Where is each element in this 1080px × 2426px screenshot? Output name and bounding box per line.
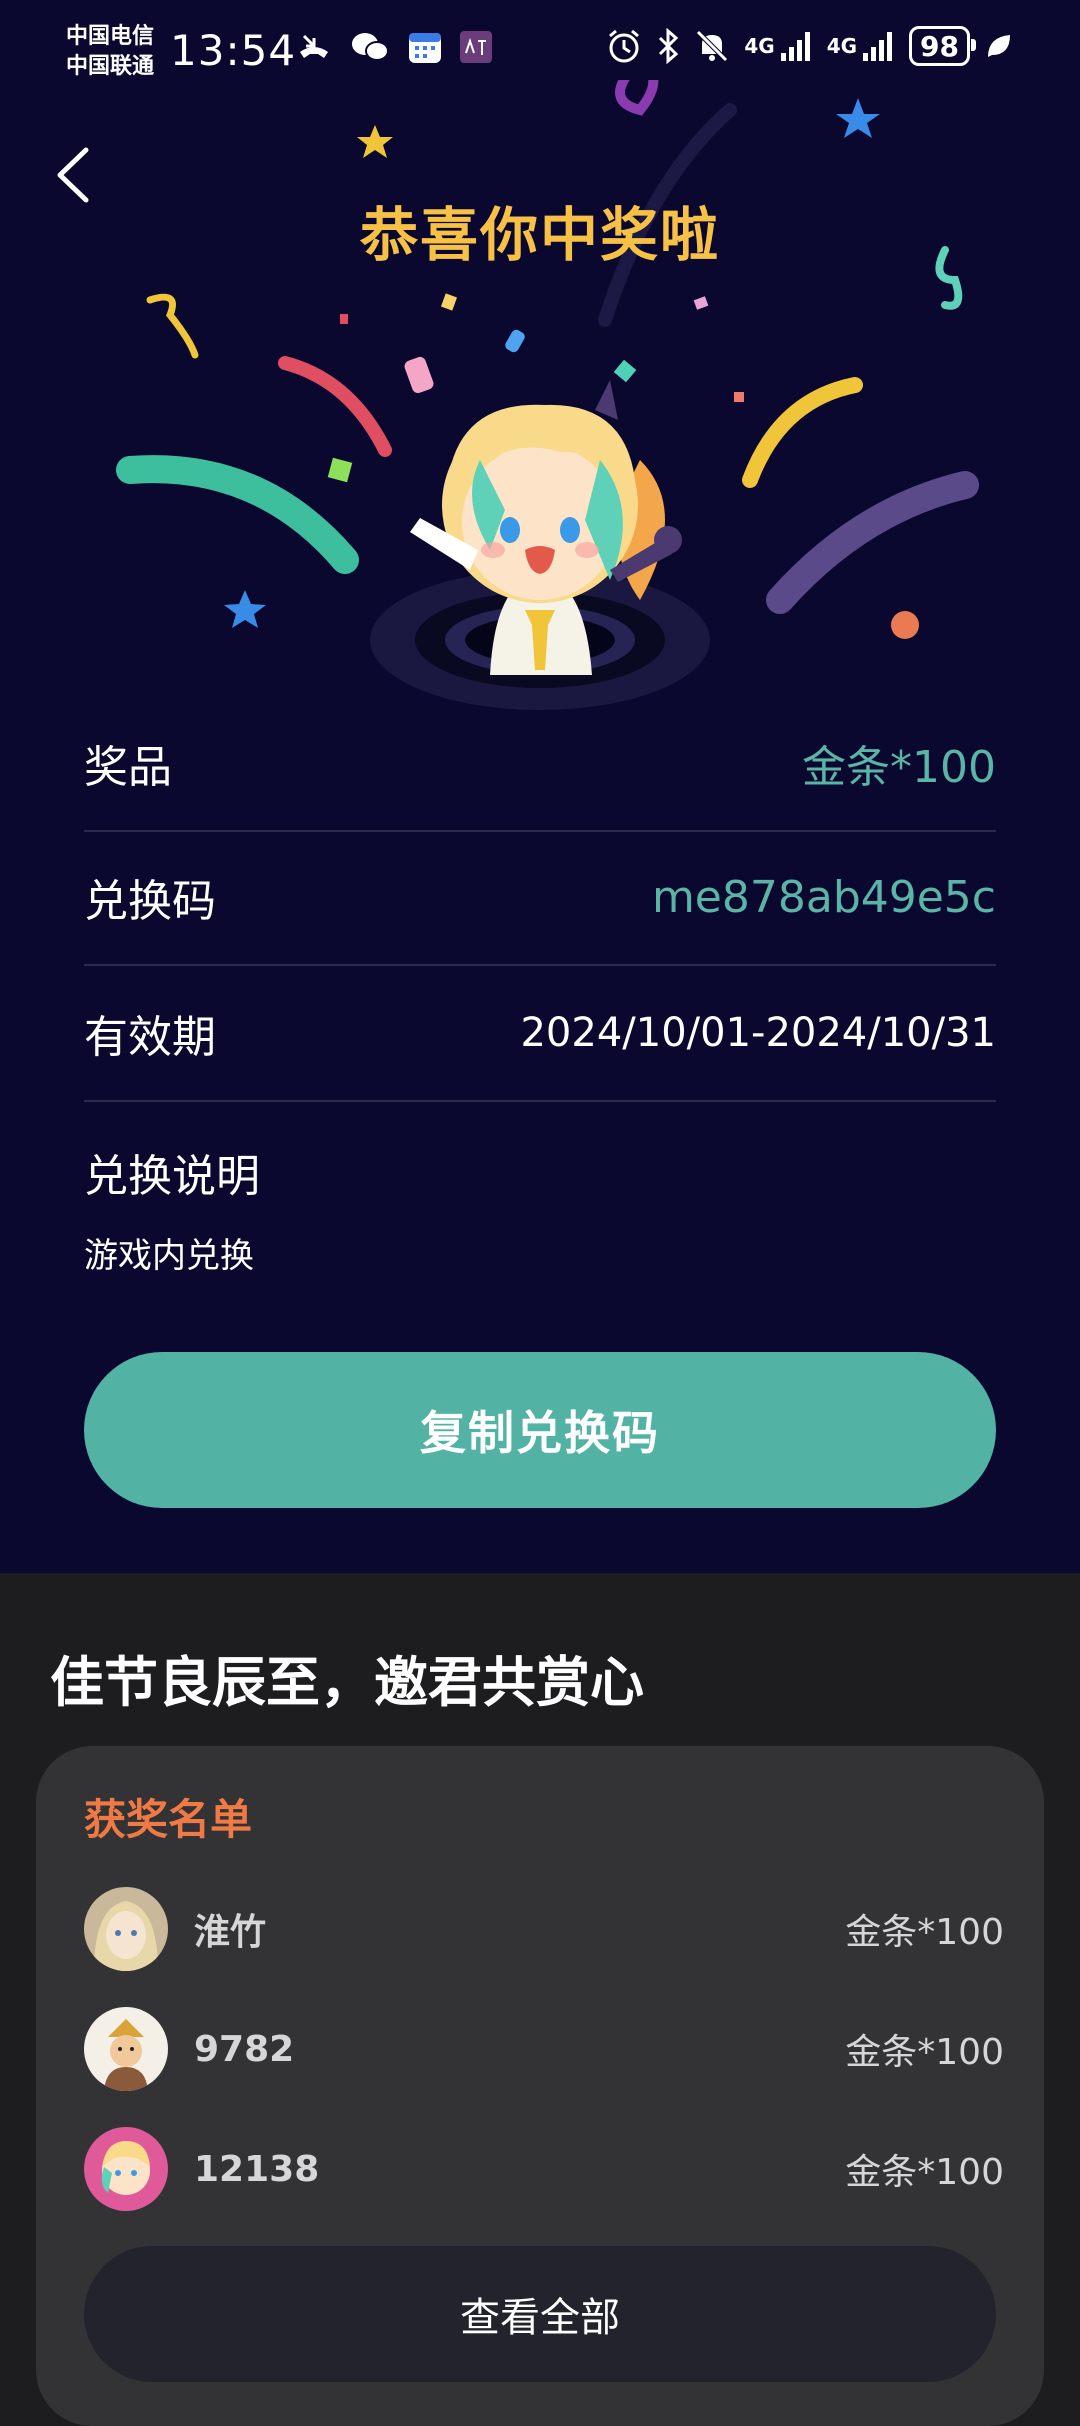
prize-row: 奖品 金条*100 xyxy=(84,696,996,832)
leaf-icon xyxy=(988,35,1010,57)
status-time: 13:54 xyxy=(170,26,297,75)
code-row: 兑换码 me878ab49e5c xyxy=(84,830,996,966)
calendar-icon xyxy=(409,33,441,63)
winner-item: 淮竹 金条*100 xyxy=(84,1884,1004,1974)
winner-item: 12138 金条*100 xyxy=(84,2124,1004,2214)
section-title: 佳节良辰至，邀君共赏心 xyxy=(50,1651,644,1714)
mute-icon xyxy=(696,30,729,62)
app-icon xyxy=(460,31,492,63)
winner-prize: 金条*100 xyxy=(845,1912,1004,1953)
page-title: 恭喜你中奖啦 xyxy=(359,201,720,269)
prize-label: 奖品 xyxy=(84,742,172,793)
winner-prize: 金条*100 xyxy=(845,2152,1004,2193)
network-type-1: 4G xyxy=(744,34,775,58)
wechat-icon xyxy=(352,33,389,61)
avatar xyxy=(84,1887,168,1971)
missed-call-icon xyxy=(300,34,328,58)
winners-card: 获奖名单 淮竹 金条*100 9782 金条*100 12138 金条*100 … xyxy=(36,1746,1044,2426)
winners-title: 获奖名单 xyxy=(84,1795,253,1844)
validity-label: 有效期 xyxy=(84,1012,216,1063)
validity-row: 有效期 2024/10/01-2024/10/31 xyxy=(84,966,996,1102)
notification-icons xyxy=(296,30,492,64)
winner-name: 淮竹 xyxy=(194,1912,267,1953)
code-label: 兑换码 xyxy=(84,876,216,927)
bluetooth-icon xyxy=(659,28,679,64)
avatar xyxy=(84,2007,168,2091)
copy-code-button[interactable]: 复制兑换码 xyxy=(84,1352,996,1508)
winner-item: 9782 金条*100 xyxy=(84,2004,1004,2094)
signal-icon-1 xyxy=(780,32,810,61)
avatar xyxy=(84,2127,168,2211)
winner-name: 12138 xyxy=(194,2148,320,2190)
alarm-icon xyxy=(609,29,640,63)
signal-icon-2 xyxy=(863,32,893,61)
battery-indicator: 98 xyxy=(909,26,976,66)
system-icons: 4G 4G 98 xyxy=(606,26,1014,66)
carrier-info: 中国电信 中国联通 xyxy=(66,22,154,82)
battery-level: 98 xyxy=(920,29,959,63)
celebration-illustration xyxy=(116,80,979,710)
network-type-2: 4G xyxy=(826,34,858,58)
prize-value: 金条*100 xyxy=(802,742,996,793)
view-all-button[interactable]: 查看全部 xyxy=(84,2246,996,2382)
code-value[interactable]: me878ab49e5c xyxy=(652,872,996,923)
validity-value: 2024/10/01-2024/10/31 xyxy=(520,1010,996,1056)
winner-name: 9782 xyxy=(194,2028,295,2070)
redeem-desc-title: 兑换说明 xyxy=(84,1151,260,1202)
winner-prize: 金条*100 xyxy=(845,2032,1004,2073)
carrier-1: 中国电信 xyxy=(66,24,155,49)
redeem-desc-text: 游戏内兑换 xyxy=(84,1236,254,1276)
carrier-2: 中国联通 xyxy=(66,54,155,79)
